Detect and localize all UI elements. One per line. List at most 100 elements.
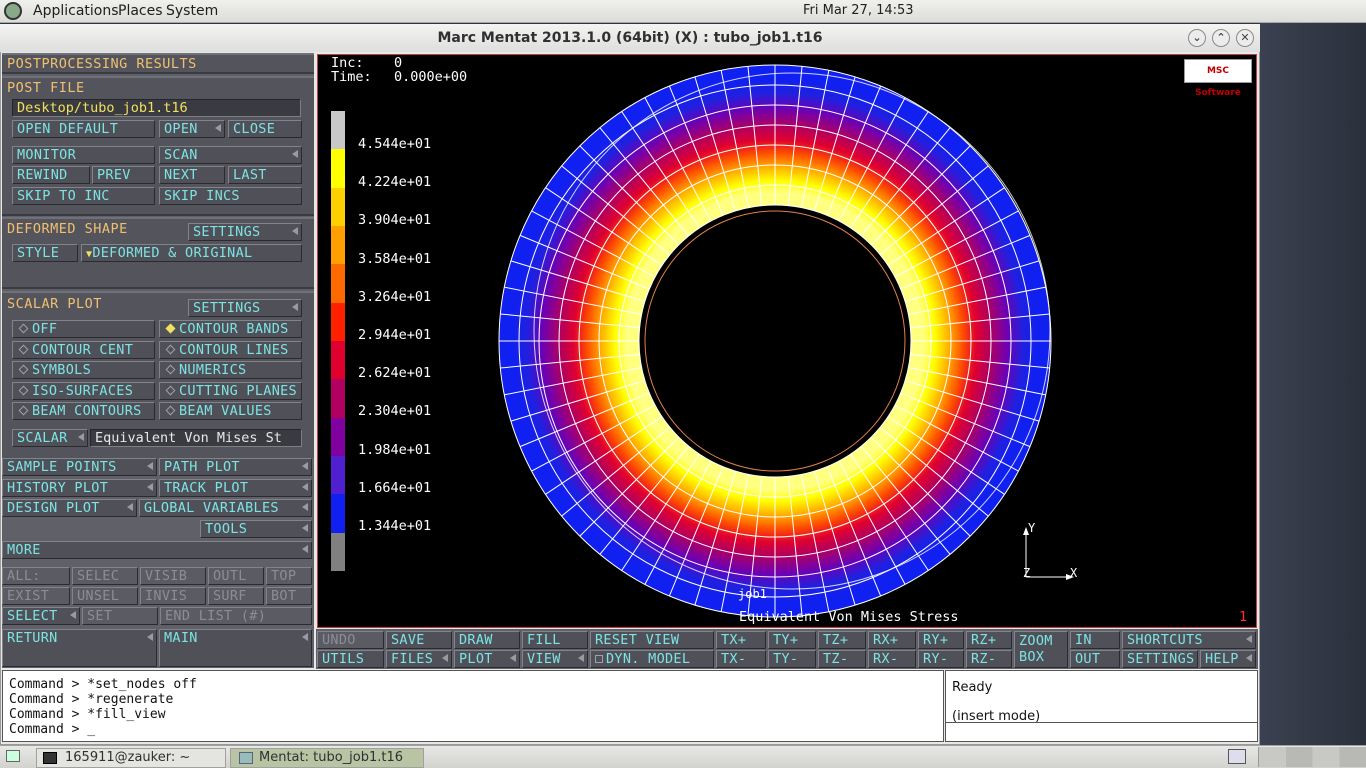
zoom-box-button[interactable]: ZOOM BOX xyxy=(1014,631,1068,668)
tx-plus-button[interactable]: TX+ xyxy=(716,631,766,649)
radio-contour-bands[interactable]: CONTOUR BANDS xyxy=(159,320,302,338)
radio-iso-surfaces[interactable]: ISO-SURFACES xyxy=(12,382,155,400)
fill-button[interactable]: FILL xyxy=(522,631,588,649)
reset-view-button[interactable]: RESET VIEW xyxy=(590,631,714,649)
settings-button[interactable]: SETTINGS xyxy=(1122,650,1198,668)
tx-minus-button[interactable]: TX- xyxy=(716,650,766,668)
taskbar-item-mentat[interactable]: Mentat: tubo_job1.t16 xyxy=(230,748,424,768)
global-variables-button[interactable]: GLOBAL VARIABLES xyxy=(139,499,312,517)
utils-button[interactable]: UTILS xyxy=(317,650,384,668)
style-button[interactable]: STYLE xyxy=(12,244,78,262)
plot-button[interactable]: PLOT xyxy=(454,650,520,668)
track-plot-button[interactable]: TRACK PLOT xyxy=(159,479,312,497)
deformed-settings-button[interactable]: SETTINGS xyxy=(188,223,302,241)
scan-button[interactable]: SCAN xyxy=(159,146,302,164)
path-plot-button[interactable]: PATH PLOT xyxy=(159,458,312,476)
view-button[interactable]: VIEW xyxy=(522,650,588,668)
design-plot-button[interactable]: DESIGN PLOT xyxy=(2,499,137,517)
style-dropdown[interactable]: ▼DEFORMED & ORIGINAL xyxy=(81,244,302,262)
open-default-button[interactable]: OPEN DEFAULT xyxy=(12,120,155,138)
rx-plus-button[interactable]: RX+ xyxy=(868,631,916,649)
rx-minus-button[interactable]: RX- xyxy=(868,650,916,668)
deformed-shape-label: DEFORMED SHAPE xyxy=(7,221,128,237)
gnome-logo-icon[interactable] xyxy=(4,2,22,20)
radio-cutting-planes[interactable]: CUTTING PLANES xyxy=(159,382,302,400)
main-button[interactable]: MAIN xyxy=(159,629,312,667)
window-titlebar[interactable]: Marc Mentat 2013.1.0 (64bit) (X) : tubo_… xyxy=(0,24,1260,52)
files-button[interactable]: FILES xyxy=(386,650,452,668)
open-button[interactable]: OPEN xyxy=(159,120,225,138)
next-button[interactable]: NEXT xyxy=(159,166,225,184)
ry-plus-button[interactable]: RY+ xyxy=(918,631,964,649)
radio-beam-values[interactable]: BEAM VALUES xyxy=(159,402,302,420)
ry-minus-button[interactable]: RY- xyxy=(918,650,964,668)
last-button[interactable]: LAST xyxy=(228,166,302,184)
post-file-path[interactable]: Desktop/tubo_job1.t16 xyxy=(12,99,301,117)
taskbar: 165911@zauker: ~ Mentat: tubo_job1.t16 xyxy=(0,745,1366,768)
set-button[interactable]: SET xyxy=(82,607,158,625)
exist-button[interactable]: EXIST xyxy=(2,587,70,605)
close-icon[interactable]: ✕ xyxy=(1236,29,1254,47)
end-list-button[interactable]: END LIST (#) xyxy=(160,607,312,625)
prev-button[interactable]: PREV xyxy=(92,166,155,184)
help-button[interactable]: HELP xyxy=(1200,650,1256,668)
scalar-button[interactable]: SCALAR xyxy=(12,429,88,447)
return-button[interactable]: RETURN xyxy=(2,629,157,667)
radio-off[interactable]: OFF xyxy=(12,320,155,338)
scalar-settings-button[interactable]: SETTINGS xyxy=(188,299,302,317)
zoom-in-button[interactable]: IN xyxy=(1070,631,1120,649)
skip-incs-button[interactable]: SKIP INCS xyxy=(159,187,302,205)
radio-contour-cent[interactable]: CONTOUR CENT xyxy=(12,341,155,359)
ty-minus-button[interactable]: TY- xyxy=(768,650,816,668)
rz-plus-button[interactable]: RZ+ xyxy=(966,631,1012,649)
unsel-button[interactable]: UNSEL xyxy=(72,587,138,605)
top-button[interactable]: TOP xyxy=(266,567,312,585)
selec-button[interactable]: SELEC xyxy=(72,567,138,585)
tz-plus-button[interactable]: TZ+ xyxy=(818,631,866,649)
surf-button[interactable]: SURF xyxy=(208,587,264,605)
undo-button[interactable]: UNDO xyxy=(317,631,384,649)
workspace-pager[interactable] xyxy=(1258,747,1366,767)
rewind-button[interactable]: REWIND xyxy=(12,166,90,184)
rz-minus-button[interactable]: RZ- xyxy=(966,650,1012,668)
window-icon xyxy=(239,752,253,764)
sample-points-button[interactable]: SAMPLE POINTS xyxy=(2,458,157,476)
tz-minus-button[interactable]: TZ- xyxy=(818,650,866,668)
menu-places[interactable]: Places xyxy=(118,3,163,19)
outl-button[interactable]: OUTL xyxy=(208,567,264,585)
radio-beam-contours[interactable]: BEAM CONTOURS xyxy=(12,402,155,420)
clock[interactable]: Fri Mar 27, 14:53 xyxy=(803,3,914,18)
dyn-model-toggle[interactable]: DYN. MODEL xyxy=(590,650,714,668)
view-number: 1 xyxy=(1239,609,1248,625)
taskbar-item-terminal[interactable]: 165911@zauker: ~ xyxy=(36,748,226,768)
menu-system[interactable]: System xyxy=(166,3,218,19)
menu-applications[interactable]: Applications xyxy=(33,3,119,19)
bot-button[interactable]: BOT xyxy=(266,587,312,605)
monitor-button[interactable]: MONITOR xyxy=(12,146,155,164)
maximize-icon[interactable]: ⌃ xyxy=(1212,29,1230,47)
skip-to-inc-button[interactable]: SKIP TO INC xyxy=(12,187,155,205)
minimize-icon[interactable]: ⌄ xyxy=(1188,29,1206,47)
radio-symbols[interactable]: SYMBOLS xyxy=(12,361,155,379)
select-button[interactable]: SELECT xyxy=(2,607,80,625)
save-button[interactable]: SAVE xyxy=(386,631,452,649)
close-file-button[interactable]: CLOSE xyxy=(228,120,302,138)
visib-button[interactable]: VISIB xyxy=(140,567,206,585)
radio-contour-lines[interactable]: CONTOUR LINES xyxy=(159,341,302,359)
tools-button[interactable]: TOOLS xyxy=(200,520,312,538)
graphics-viewport[interactable]: Inc: 0 Time: 0.000e+00 MSC Software 4.54… xyxy=(317,54,1257,628)
draw-button[interactable]: DRAW xyxy=(454,631,520,649)
scalar-value-field[interactable]: Equivalent Von Mises St xyxy=(90,429,302,447)
bottom-toolbar: UNDO SAVE DRAW FILL RESET VIEW TX+ TY+ T… xyxy=(316,629,1258,669)
command-input-line[interactable]: Command > _ xyxy=(9,722,95,737)
invis-button[interactable]: INVIS xyxy=(140,587,206,605)
workspace-switcher-icon[interactable] xyxy=(1228,749,1246,764)
ty-plus-button[interactable]: TY+ xyxy=(768,631,816,649)
shortcuts-button[interactable]: SHORTCUTS xyxy=(1122,631,1256,649)
zoom-out-button[interactable]: OUT xyxy=(1070,650,1120,668)
show-desktop-icon[interactable] xyxy=(6,750,20,762)
history-plot-button[interactable]: HISTORY PLOT xyxy=(2,479,157,497)
more-button[interactable]: MORE xyxy=(2,541,312,559)
radio-numerics[interactable]: NUMERICS xyxy=(159,361,302,379)
command-console[interactable]: Command > *set_nodes off Command > *rege… xyxy=(2,670,944,742)
